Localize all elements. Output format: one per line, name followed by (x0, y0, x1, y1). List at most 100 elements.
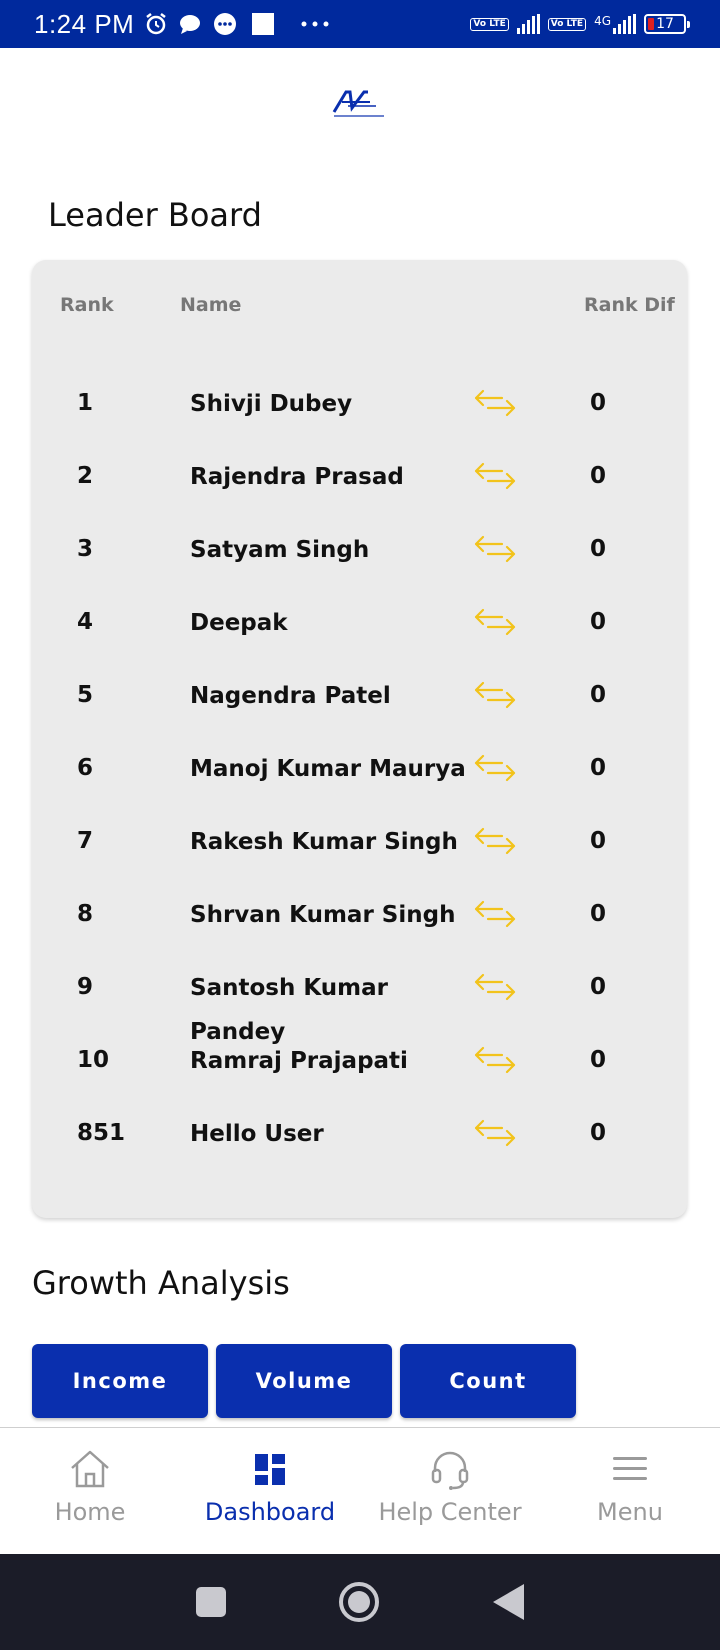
battery-level: 17 (656, 16, 674, 32)
battery-icon: 17 (644, 14, 690, 34)
signal-icon-2 (613, 14, 636, 34)
row-rank-diff: 0 (590, 609, 607, 635)
table-row: 9 Santosh Kumar Pandey 0 (32, 964, 687, 1045)
system-nav-bar (0, 1554, 720, 1650)
volte-badge-2: Vo LTE (547, 17, 587, 31)
network-type: 4G (594, 14, 611, 28)
swap-arrows-icon (474, 900, 516, 928)
swap-arrows-icon (474, 462, 516, 490)
nav-help-center[interactable]: Help Center (360, 1428, 540, 1554)
headset-icon (431, 1451, 469, 1490)
volte-badge-1: Vo LTE (470, 17, 509, 31)
row-name: Manoj Kumar Maurya (190, 756, 466, 782)
back-button[interactable] (491, 1583, 525, 1621)
column-header-name: Name (180, 294, 242, 316)
swap-arrows-icon (474, 608, 516, 636)
swap-arrows-icon (474, 1119, 516, 1147)
column-header-rank-diff: Rank Dif (584, 294, 675, 316)
alarm-icon (146, 13, 167, 35)
row-name: Shrvan Kumar Singh (190, 902, 456, 928)
row-rank-diff: 0 (590, 682, 607, 708)
status-left: 1:24 PM (34, 9, 330, 40)
row-name: Rakesh Kumar Singh (190, 829, 458, 855)
row-rank-diff: 0 (590, 1047, 607, 1073)
swap-arrows-icon (474, 973, 516, 1001)
row-rank: 851 (77, 1120, 126, 1146)
row-rank-diff: 0 (590, 901, 607, 927)
square-icon (252, 13, 275, 35)
table-row: 851 Hello User 0 (32, 1110, 687, 1183)
swap-arrows-icon (474, 389, 516, 417)
row-rank-diff: 0 (590, 1120, 607, 1146)
row-name: Satyam Singh (190, 537, 370, 563)
row-rank-diff: 0 (590, 536, 607, 562)
income-button[interactable]: Income (32, 1344, 208, 1418)
row-rank: 10 (77, 1047, 110, 1073)
leaderboard-card: Rank Name Rank Dif 1 Shivji Dubey 0 2 Rajend… (32, 260, 687, 1218)
row-rank-diff: 0 (590, 828, 607, 854)
signal-icon (516, 14, 540, 34)
row-name: Ramraj Prajapati (190, 1048, 408, 1074)
row-rank-diff: 0 (590, 755, 607, 781)
leaderboard-title: Leader Board (48, 196, 262, 234)
row-rank: 3 (77, 536, 94, 562)
nav-home-label: Home (54, 1498, 126, 1526)
row-rank: 1 (77, 390, 94, 416)
home-circle-button[interactable] (337, 1580, 381, 1624)
row-name: Shivji Dubey (190, 391, 353, 417)
row-name: Rajendra Prasad (190, 464, 404, 490)
more-icon (301, 21, 329, 27)
row-name: Hello User (190, 1121, 324, 1147)
table-row: 1 Shivji Dubey 0 (32, 380, 687, 453)
message-icon (214, 13, 237, 35)
status-right: Vo LTE Vo LTE 4G 17 (470, 14, 690, 34)
home-icon (71, 1450, 109, 1488)
row-rank-diff: 0 (590, 390, 607, 416)
growth-title: Growth Analysis (32, 1264, 290, 1302)
swap-arrows-icon (474, 754, 516, 782)
row-rank: 7 (77, 828, 94, 854)
chat-icon (180, 15, 201, 34)
company-logo (332, 90, 384, 117)
row-rank: 4 (77, 609, 94, 635)
row-name: Deepak (190, 610, 288, 636)
leaderboard-rows: 1 Shivji Dubey 0 2 Rajendra Prasad 0 3 Satyam S… (32, 380, 687, 1183)
recents-button[interactable] (195, 1586, 227, 1618)
table-row: 5 Nagendra Patel 0 (32, 672, 687, 745)
status-time: 1:24 PM (34, 8, 135, 39)
nav-menu[interactable]: Menu (540, 1428, 720, 1554)
column-header-rank: Rank (60, 294, 114, 316)
swap-arrows-icon (474, 827, 516, 855)
volume-button[interactable]: Volume (216, 1344, 392, 1418)
row-rank-diff: 0 (590, 463, 607, 489)
nav-help-center-label: Help Center (378, 1498, 522, 1526)
nav-home[interactable]: Home (0, 1428, 180, 1554)
status-bar: 1:24 PM Vo LTE Vo LTE 4G 17 (0, 0, 720, 48)
nav-dashboard[interactable]: Dashboard (180, 1428, 360, 1554)
menu-icon (613, 1457, 647, 1480)
bottom-nav: Home Dashboard Help Center Menu (0, 1427, 720, 1554)
row-name: Nagendra Patel (190, 683, 391, 709)
table-row: 8 Shrvan Kumar Singh 0 (32, 891, 687, 964)
dashboard-icon (255, 1454, 285, 1485)
table-row: 3 Satyam Singh 0 (32, 526, 687, 599)
swap-arrows-icon (474, 1046, 516, 1074)
table-row: 4 Deepak 0 (32, 599, 687, 672)
row-rank: 8 (77, 901, 94, 927)
swap-arrows-icon (474, 681, 516, 709)
leaderboard-header: Rank Name Rank Dif (32, 294, 687, 324)
row-rank: 2 (77, 463, 94, 489)
row-rank: 9 (77, 974, 94, 1000)
row-rank: 5 (77, 682, 94, 708)
row-rank: 6 (77, 755, 94, 781)
table-row: 2 Rajendra Prasad 0 (32, 453, 687, 526)
growth-button-row: Income Volume Count (32, 1344, 576, 1418)
swap-arrows-icon (474, 535, 516, 563)
nav-dashboard-label: Dashboard (204, 1498, 336, 1526)
table-row: 10 Ramraj Prajapati 0 (32, 1037, 687, 1110)
nav-menu-label: Menu (597, 1498, 663, 1526)
row-rank-diff: 0 (590, 974, 607, 1000)
count-button[interactable]: Count (400, 1344, 576, 1418)
table-row: 6 Manoj Kumar Maurya 0 (32, 745, 687, 818)
table-row: 7 Rakesh Kumar Singh 0 (32, 818, 687, 891)
